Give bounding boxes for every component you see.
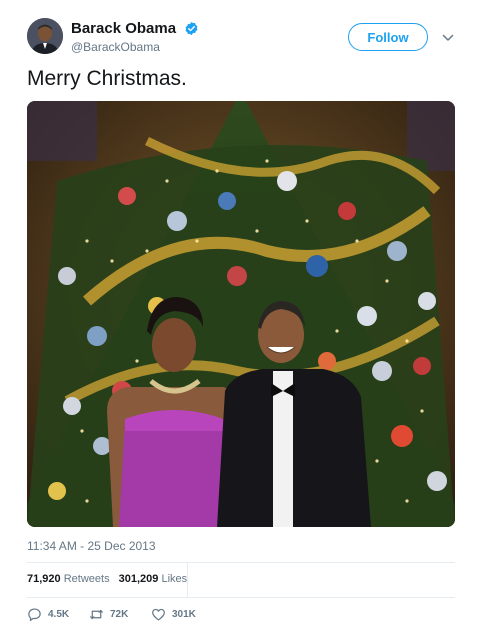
christmas-tree-photo-icon: [27, 101, 455, 527]
display-name[interactable]: Barack Obama: [71, 20, 176, 37]
heart-icon: [152, 608, 165, 621]
retweet-icon: [90, 609, 103, 620]
reply-icon: [28, 608, 41, 622]
author-names: Barack Obama @BarackObama: [71, 20, 199, 54]
stats-separator: [187, 563, 188, 597]
likes-stat[interactable]: 301,209 Likes: [119, 573, 188, 585]
divider-bottom: [27, 597, 455, 598]
retweets-label: Retweets: [63, 573, 110, 585]
retweet-count: 72K: [110, 609, 129, 620]
engagement-stats: 71,920 Retweets 301,209 Likes: [27, 573, 193, 589]
like-count: 301K: [172, 609, 196, 620]
tweet-header: Barack Obama @BarackObama Follow: [27, 18, 463, 60]
tweet-actions: 4.5K 72K 301K: [27, 606, 327, 624]
tweet-photo[interactable]: [27, 101, 455, 527]
likes-count: 301,209: [118, 573, 159, 585]
profile-photo-icon: [27, 18, 63, 54]
tweet-text: Merry Christmas.: [27, 67, 187, 90]
divider-top: [27, 562, 455, 563]
avatar[interactable]: [27, 18, 63, 54]
chevron-down-icon[interactable]: [441, 31, 455, 45]
reply-count: 4.5K: [48, 609, 70, 620]
author-handle[interactable]: @BarackObama: [71, 40, 199, 54]
follow-button[interactable]: Follow: [348, 23, 428, 51]
tweet-timestamp[interactable]: 11:34 AM - 25 Dec 2013: [27, 539, 156, 553]
retweets-count: 71,920: [27, 573, 61, 585]
likes-label: Likes: [161, 573, 188, 585]
retweets-stat[interactable]: 71,920 Retweets: [27, 573, 110, 585]
verified-badge-icon: [185, 22, 197, 36]
